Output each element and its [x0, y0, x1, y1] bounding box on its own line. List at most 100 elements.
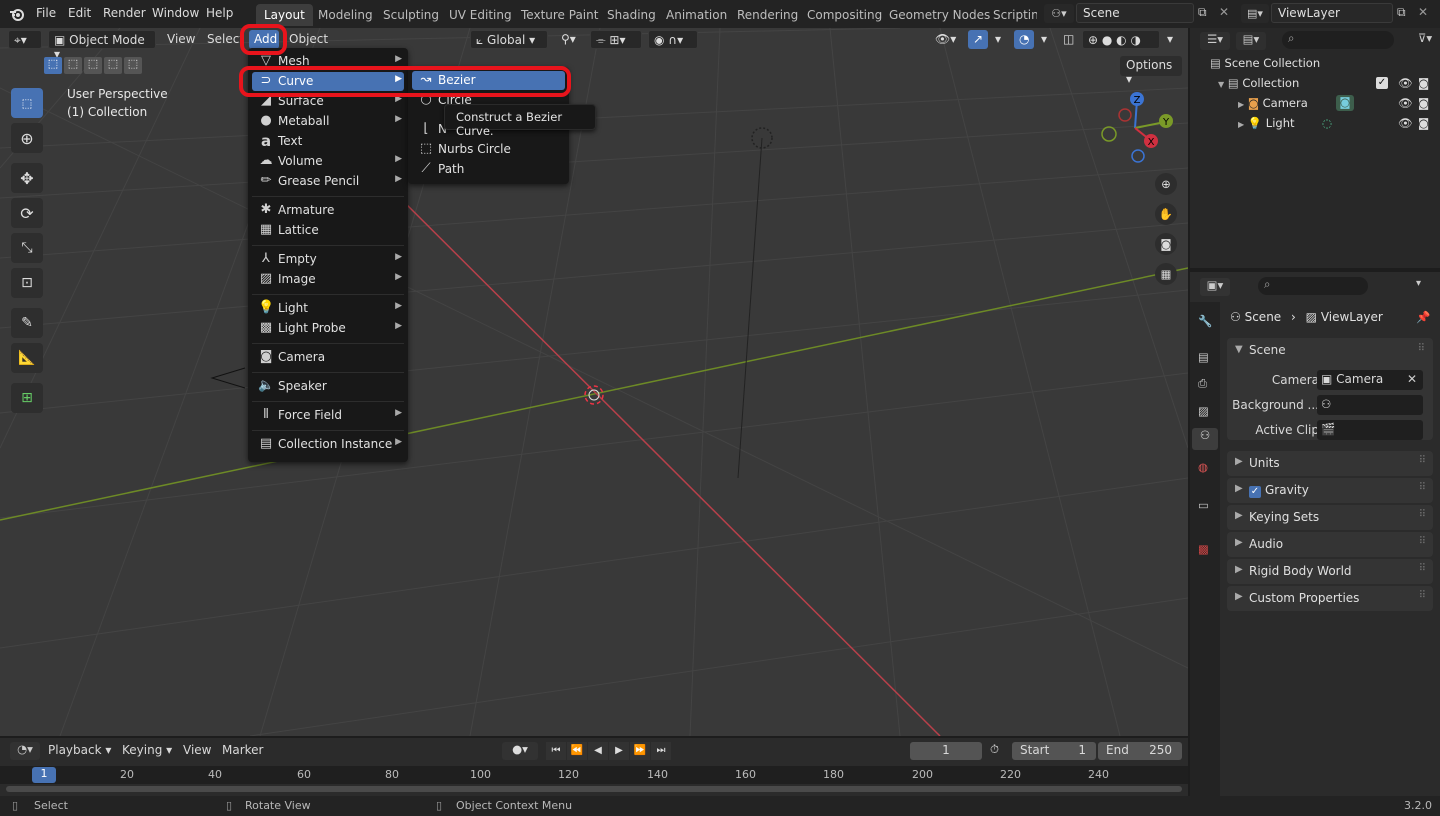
rotate-tool[interactable]: ⟳: [11, 198, 43, 228]
texture-tab-icon[interactable]: ▩: [1198, 542, 1209, 556]
tab-animation[interactable]: Animation: [658, 4, 735, 26]
end-frame-field[interactable]: End 250: [1098, 742, 1182, 760]
playhead[interactable]: 1: [32, 767, 56, 783]
options-dropdown[interactable]: Options ▾: [1120, 56, 1182, 86]
jump-start-icon[interactable]: ⏮: [546, 742, 566, 760]
select-invert-icon[interactable]: ⬚: [104, 57, 122, 74]
jump-keyframe-back-icon[interactable]: ⏪: [567, 742, 587, 760]
menu-item-force-field[interactable]: ⦀ Force Field ▶: [252, 406, 404, 425]
overlays-dropdown-icon[interactable]: ▾: [1036, 30, 1052, 49]
zoom-view-icon[interactable]: ⊕: [1155, 173, 1177, 195]
camera-view-icon[interactable]: ◙: [1155, 233, 1177, 255]
object-menu[interactable]: Object: [284, 30, 333, 49]
menu-help[interactable]: Help: [206, 6, 233, 20]
output-tab-icon[interactable]: ⎙: [1198, 376, 1207, 391]
menu-item-grease-pencil[interactable]: ✏ Grease Pencil ▶: [252, 172, 404, 191]
view-menu[interactable]: View: [162, 30, 200, 49]
background-scene-field[interactable]: ⚇: [1317, 395, 1423, 415]
menu-item-text[interactable]: a Text: [252, 132, 404, 151]
snap-toggle-icon[interactable]: ⌯ ⊞▾: [590, 30, 642, 49]
navigation-gizmo[interactable]: Z Y X: [1095, 90, 1175, 170]
transform-tool[interactable]: ⊡: [11, 268, 43, 298]
mode-selector[interactable]: ▣ Object Mode ▾: [48, 30, 156, 61]
frame-ruler[interactable]: 1 20 40 60 80 100 120 140 160 180 200 22…: [0, 766, 1188, 784]
visibility-icon[interactable]: 👁▾: [930, 30, 961, 49]
gravity-checkbox[interactable]: ✓: [1249, 486, 1261, 498]
move-tool[interactable]: ✥: [11, 163, 43, 193]
playback-menu[interactable]: Playback ▾: [48, 743, 111, 757]
orientation-selector[interactable]: ⟀ Global ▾: [470, 30, 548, 49]
menu-item-empty[interactable]: ⅄ Empty ▶: [252, 250, 404, 269]
delete-view-layer-icon[interactable]: ✕: [1418, 5, 1428, 19]
xray-toggle-icon[interactable]: ◫: [1058, 30, 1079, 49]
view-layer-selector-icon[interactable]: ▤▾: [1241, 4, 1269, 23]
add-cube-tool[interactable]: ⊞: [11, 383, 43, 413]
menu-item-path[interactable]: ⟋ Path: [412, 160, 565, 179]
clear-camera-icon[interactable]: ✕: [1407, 372, 1417, 386]
render-camera-icon[interactable]: ◙: [1418, 76, 1429, 90]
pivot-point-icon[interactable]: ⚲▾: [556, 30, 581, 49]
overlays-toggle-icon[interactable]: ◔: [1014, 30, 1034, 49]
shading-mode-icons[interactable]: ⊕ ● ◐ ◑: [1082, 30, 1160, 49]
tab-geometry-nodes[interactable]: Geometry Nodes: [881, 4, 998, 26]
outliner-light-row[interactable]: ▶ 💡 Light ◌ 👁 ◙: [1238, 116, 1440, 134]
render-camera-icon[interactable]: ◙: [1418, 116, 1429, 130]
units-panel[interactable]: ▶ Units ⠿: [1227, 451, 1433, 476]
blender-logo-icon[interactable]: [9, 6, 25, 22]
tool-tab-icon[interactable]: 🔧: [1198, 314, 1212, 328]
visibility-eye-icon[interactable]: 👁: [1398, 76, 1413, 90]
outliner-camera-row[interactable]: ▶ ◙ Camera ◙ 👁 ◙: [1238, 95, 1440, 114]
camera-field[interactable]: ▣ Camera ✕: [1317, 370, 1423, 390]
new-view-layer-icon[interactable]: ⧉: [1397, 5, 1406, 20]
annotate-tool[interactable]: ✎: [11, 308, 43, 338]
render-tab-icon[interactable]: ▤: [1198, 350, 1209, 364]
jump-keyframe-forward-icon[interactable]: ⏩: [630, 742, 650, 760]
collection-tab-icon[interactable]: ▭: [1198, 498, 1209, 512]
delete-scene-icon[interactable]: ✕: [1219, 5, 1229, 19]
tab-layout[interactable]: Layout: [256, 4, 313, 26]
tab-uv-editing[interactable]: UV Editing: [441, 4, 520, 26]
light-data-icon[interactable]: ◌: [1322, 116, 1332, 130]
marker-menu[interactable]: Marker: [222, 743, 263, 757]
menu-item-armature[interactable]: ✱ Armature: [252, 201, 404, 220]
outliner-collection-row[interactable]: ▼ ▤ Collection ✓ 👁 ◙: [1218, 76, 1440, 94]
start-frame-field[interactable]: Start 1: [1012, 742, 1096, 760]
render-camera-icon[interactable]: ◙: [1418, 96, 1429, 110]
menu-item-light-probe[interactable]: ▩ Light Probe ▶: [252, 319, 404, 338]
menu-item-image[interactable]: ▨ Image ▶: [252, 270, 404, 289]
menu-item-nurbs-circle[interactable]: ⬚ Nurbs Circle: [412, 140, 565, 159]
scene-selector-icon[interactable]: ⚇▾: [1044, 4, 1074, 23]
keying-sets-panel[interactable]: ▶ Keying Sets ⠿: [1227, 505, 1433, 530]
new-scene-icon[interactable]: ⧉: [1198, 5, 1207, 20]
tab-scripting[interactable]: Scripting: [985, 4, 1037, 26]
auto-keying-icon[interactable]: ●▾: [502, 742, 538, 760]
filter-icon[interactable]: ⊽▾: [1418, 31, 1432, 45]
tab-sculpting[interactable]: Sculpting: [375, 4, 447, 26]
menu-item-metaball[interactable]: ● Metaball ▶: [252, 112, 404, 131]
camera-data-icon[interactable]: ◙: [1336, 95, 1354, 111]
measure-tool[interactable]: 📐: [11, 343, 43, 373]
timeline-view-menu[interactable]: View: [183, 743, 211, 757]
tab-modeling[interactable]: Modeling: [310, 4, 381, 26]
menu-item-volume[interactable]: ☁ Volume ▶: [252, 152, 404, 171]
outliner-search-field[interactable]: ⌕: [1282, 31, 1394, 49]
menu-window[interactable]: Window: [152, 6, 199, 20]
panel-chevron-down-icon[interactable]: ▼: [1235, 344, 1243, 355]
scene-name-field[interactable]: Scene: [1076, 3, 1194, 23]
select-intersect-icon[interactable]: ⬚: [124, 57, 142, 74]
timeline-editor-type-icon[interactable]: ◔▾: [10, 742, 40, 760]
scene-panel-title[interactable]: Scene: [1249, 343, 1286, 357]
menu-item-light[interactable]: 💡 Light ▶: [252, 299, 404, 318]
custom-properties-panel[interactable]: ▶ Custom Properties ⠿: [1227, 586, 1433, 611]
select-extend-icon[interactable]: ⬚: [64, 57, 82, 74]
ortho-toggle-icon[interactable]: ▦: [1155, 263, 1177, 285]
play-reverse-icon[interactable]: ◀: [588, 742, 608, 760]
outliner-scene-collection[interactable]: ▤ Scene Collection: [1210, 56, 1320, 74]
shading-dropdown-icon[interactable]: ▾: [1162, 30, 1178, 49]
gravity-panel[interactable]: ▶ ✓ Gravity ⠿: [1227, 478, 1433, 503]
visibility-eye-icon[interactable]: 👁: [1398, 116, 1413, 130]
display-mode-icon[interactable]: ▤▾: [1236, 32, 1266, 50]
editor-type-icon[interactable]: ⌖▾: [8, 30, 42, 49]
properties-options-icon[interactable]: ▾: [1416, 278, 1421, 289]
menu-render[interactable]: Render: [103, 6, 146, 20]
